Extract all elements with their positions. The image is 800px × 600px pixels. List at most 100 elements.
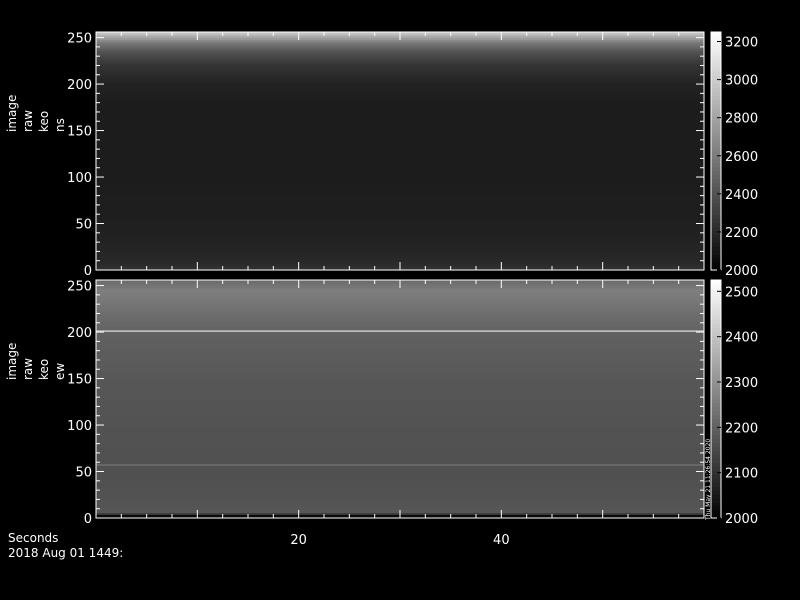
colorbar-label-ns: 3200: [725, 36, 758, 51]
colorbar-segment-ns: [711, 35, 721, 41]
ytick-label-ns: 250: [67, 32, 92, 47]
colorbar-segment-ns: [711, 254, 721, 259]
colorbar-label-ns: 3000: [725, 74, 758, 89]
colorbar-segment-ew: [711, 498, 721, 503]
colorbar-segment-ew: [711, 371, 721, 376]
colorbar-segment-ns: [711, 238, 721, 243]
colorbar-segment-ew: [711, 323, 721, 329]
colorbar-label-ew: 2000: [725, 512, 758, 527]
colorbar-segment-ns: [711, 258, 721, 263]
ytick-label-ew: 50: [75, 466, 92, 481]
colorbar-segment-ns: [711, 39, 721, 45]
colorbar-segment-ns: [711, 123, 721, 128]
ylabel-ew-line1: image: [5, 342, 19, 380]
colorbar-segment-ns: [711, 71, 721, 77]
colorbar-segment-ns: [711, 194, 721, 200]
colorbar-segment-ns: [711, 186, 721, 192]
colorbar-segment-ew: [711, 331, 721, 337]
colorbar-segment-ew: [711, 315, 721, 321]
ytick-label-ns: 200: [67, 78, 92, 93]
colorbar-segment-ns: [711, 91, 721, 96]
colorbar-segment-ew: [711, 395, 721, 400]
colorbar-segment-ns: [711, 202, 721, 208]
colorbar-segment-ns: [711, 226, 721, 231]
colorbar-segment-ns: [711, 99, 721, 104]
footer-date: 2018 Aug 01 1449:: [8, 546, 124, 560]
colorbar-segment-ew: [711, 379, 721, 384]
colorbar-segment-ew: [711, 474, 721, 479]
colorbar-segment-ew: [711, 402, 721, 408]
colorbar-segment-ns: [711, 198, 721, 204]
colorbar-segment-ew: [711, 430, 721, 436]
ylabel-ew-line2: raw: [21, 357, 35, 380]
colorbar-segment-ns: [711, 182, 721, 188]
panel-ew: 0 50 100 150 200 250 2000 2100 2200 2300 2400 2500 2…: [67, 279, 758, 548]
ytick-label-ns: 0: [84, 264, 92, 279]
colorbar-segment-ew: [711, 410, 721, 416]
colorbar-segment-ns: [711, 103, 721, 108]
ylabel-ns-line3: keo: [37, 110, 51, 132]
colorbar-label-ns: 2600: [725, 150, 758, 165]
colorbar-segment-ew: [711, 414, 721, 420]
colorbar-label-ns: 2200: [725, 226, 758, 241]
ytick-label-ns: 100: [67, 171, 92, 186]
colorbar-segment-ew: [711, 494, 721, 499]
colorbar-segment-ew: [711, 478, 721, 483]
xtick-label: 40: [493, 533, 510, 548]
colorbar-segment-ns: [711, 262, 721, 267]
colorbar-segment-ns: [711, 55, 721, 61]
colorbar-segment-ew: [711, 510, 721, 515]
ylabel-ns-line1: image: [5, 94, 19, 132]
colorbar-segment-ns: [711, 127, 721, 132]
colorbar-segment-ew: [711, 291, 721, 297]
colorbar-segment-ew: [711, 319, 721, 325]
colorbar-segment-ew: [711, 502, 721, 507]
colorbar-segment-ew: [711, 363, 721, 368]
colorbar-segment-ew: [711, 339, 721, 344]
colorbar-label-ns: 2400: [725, 188, 758, 203]
colorbar-segment-ew: [711, 462, 721, 467]
colorbar-segment-ns: [711, 214, 721, 219]
colorbar-segment-ns: [711, 43, 721, 49]
colorbar-segment-ew: [711, 347, 721, 352]
colorbar-segment-ew: [711, 283, 721, 289]
colorbar-segment-ns: [711, 107, 721, 112]
colorbar-segment-ew: [711, 434, 721, 440]
colorbar-label-ns: 2000: [725, 264, 758, 279]
colorbar-segment-ns: [711, 166, 721, 172]
colorbar-segment-ns: [711, 87, 721, 92]
colorbar-segment-ew: [711, 486, 721, 491]
colorbar-segment-ns: [711, 222, 721, 227]
colorbar-segment-ns: [711, 234, 721, 239]
colorbar-segment-ew: [711, 446, 721, 452]
colorbar-segment-ns: [711, 230, 721, 235]
ytick-label-ew: 0: [84, 512, 92, 527]
colorbar-segment-ew: [711, 391, 721, 396]
colorbar-segment-ew: [711, 383, 721, 388]
colorbar-label-ew: 2500: [725, 285, 758, 300]
colorbar-segment-ew: [711, 295, 721, 301]
colorbar-segment-ew: [711, 406, 721, 412]
colorbar-segment-ew: [711, 367, 721, 372]
colorbar-segment-ew: [711, 355, 721, 360]
colorbar-segment-ns: [711, 51, 721, 57]
colorbar-segment-ew: [711, 422, 721, 428]
colorbar-segment-ew: [711, 387, 721, 392]
ylabel-ns-line2: raw: [21, 109, 35, 132]
ylabel-ew-line4: ew: [53, 362, 67, 380]
colorbar-segment-ns: [711, 250, 721, 255]
colorbar-label-ew: 2300: [725, 376, 758, 391]
ytick-label-ew: 250: [67, 280, 92, 295]
colorbar-segment-ew: [711, 438, 721, 444]
colorbar-segment-ew: [711, 375, 721, 380]
colorbar-segment-ns: [711, 67, 721, 73]
colorbar-segment-ew: [711, 450, 721, 456]
colorbar-segment-ew: [711, 327, 721, 333]
colorbar-segment-ns: [711, 162, 721, 168]
colorbar-segment-ns: [711, 151, 721, 156]
colorbar-segment-ew: [711, 418, 721, 424]
colorbar-segment-ns: [711, 174, 721, 180]
ylabel-ew-line3: keo: [37, 358, 51, 380]
colorbar-label-ew: 2400: [725, 331, 758, 346]
colorbar-segment-ns: [711, 158, 721, 164]
